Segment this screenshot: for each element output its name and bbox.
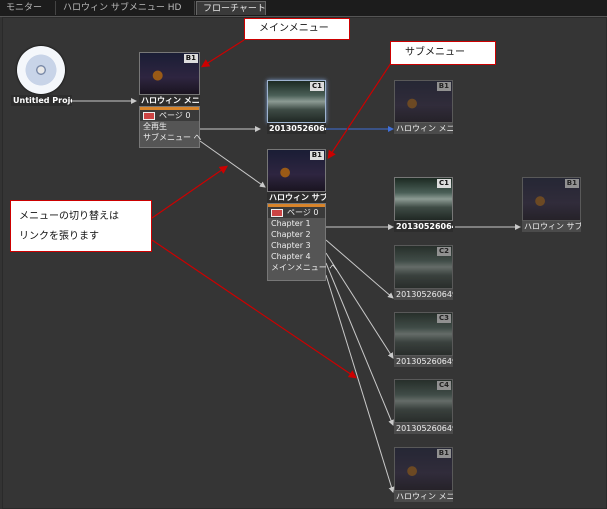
main-menu-item-play-all[interactable]: 全再生 <box>140 121 199 132</box>
sub-menu-title[interactable]: ハロウィン サブメ <box>267 192 326 203</box>
c2-label[interactable]: 201305260649555 <box>394 289 453 300</box>
main-menu-page: ページ 0 <box>159 111 191 120</box>
sub-menu-item-chapter-1[interactable]: Chapter 1 <box>268 218 325 229</box>
sub-menu-thumbnail[interactable]: B1 <box>267 149 326 192</box>
dvd-disc-icon[interactable] <box>17 46 65 94</box>
b1-bottom-label[interactable]: ハロウィン メニュ <box>394 491 453 502</box>
b1-mid-right-label[interactable]: ハロウィン サブメ <box>522 221 581 232</box>
callout-main-menu: メインメニュー <box>244 18 350 40</box>
link-ch4-to-c4 <box>325 262 394 426</box>
main-menu-page-row[interactable]: ページ 0 <box>140 110 199 121</box>
b1-mid-right-thumbnail[interactable]: B1 <box>522 177 581 221</box>
callout-link-note-line2: リンクを張ります <box>19 231 99 242</box>
annotation-arrow-sub <box>327 59 394 160</box>
c1-top-badge: C1 <box>309 82 324 91</box>
flag-icon <box>143 111 155 120</box>
c3-label[interactable]: 201305260649555 <box>394 356 453 367</box>
main-menu-thumbnail[interactable]: B1 <box>139 52 200 95</box>
project-label[interactable]: Untitled Project <box>11 95 72 106</box>
main-menu-item-to-submenu[interactable]: サブメニュー へ <box>140 132 202 143</box>
c1-top-label[interactable]: 201305260649555 <box>267 123 326 134</box>
c2-thumbnail[interactable]: C2 <box>394 245 453 289</box>
b1-mid-right-badge: B1 <box>564 179 579 188</box>
c1-mid-label[interactable]: 201305260649555 <box>394 221 453 232</box>
main-menu-panel: ページ 0 全再生 サブメニュー へ <box>139 106 202 148</box>
c4-badge: C4 <box>436 381 451 390</box>
c2-badge: C2 <box>436 247 451 256</box>
c4-thumbnail[interactable]: C4 <box>394 379 453 423</box>
sub-menu-page: ページ 0 <box>287 208 319 217</box>
link-sub-to-main <box>325 274 395 493</box>
callout-link-note: メニューの切り替えは リンクを張ります <box>10 200 152 252</box>
sub-menu-panel: ページ 0 Chapter 1 Chapter 2 Chapter 3 Chap… <box>267 203 337 281</box>
c4-label[interactable]: 201305260649555 <box>394 423 453 434</box>
sub-menu-item-chapter-2[interactable]: Chapter 2 <box>268 229 325 240</box>
b1-bottom-thumbnail[interactable]: B1 <box>394 447 453 491</box>
c1-mid-badge: C1 <box>436 179 451 188</box>
b1-bottom-badge: B1 <box>436 449 451 458</box>
callout-main-menu-text: メインメニュー <box>259 23 329 34</box>
sub-menu-item-chapter-3[interactable]: Chapter 3 <box>268 240 325 251</box>
c1-mid-thumbnail[interactable]: C1 <box>394 177 453 221</box>
flag-icon <box>271 208 283 217</box>
c1-top-thumbnail[interactable]: C1 <box>267 80 326 123</box>
main-menu-title[interactable]: ハロウィン メニュ <box>139 95 200 106</box>
callout-sub-menu-text: サブメニュー <box>405 47 465 58</box>
c3-thumbnail[interactable]: C3 <box>394 312 453 356</box>
sub-menu-badge: B1 <box>309 151 324 160</box>
annotation-arrow-link-1 <box>151 165 228 219</box>
b1-top-right-thumbnail[interactable]: B1 <box>394 80 453 123</box>
sub-menu-page-row[interactable]: ページ 0 <box>268 207 325 218</box>
b1-top-right-label[interactable]: ハロウィン メニュ <box>394 123 453 134</box>
sub-menu-item-to-main[interactable]: メインメニュー へ <box>268 262 337 273</box>
callout-link-note-line1: メニューの切り替えは <box>19 211 119 222</box>
main-menu-badge: B1 <box>183 54 198 63</box>
b1-top-right-badge: B1 <box>436 82 451 91</box>
sub-menu-item-chapter-4[interactable]: Chapter 4 <box>268 251 325 262</box>
annotation-arrow-main <box>200 39 245 68</box>
link-main-to-sub <box>199 140 266 188</box>
c3-badge: C3 <box>436 314 451 323</box>
callout-sub-menu: サブメニュー <box>390 41 496 65</box>
